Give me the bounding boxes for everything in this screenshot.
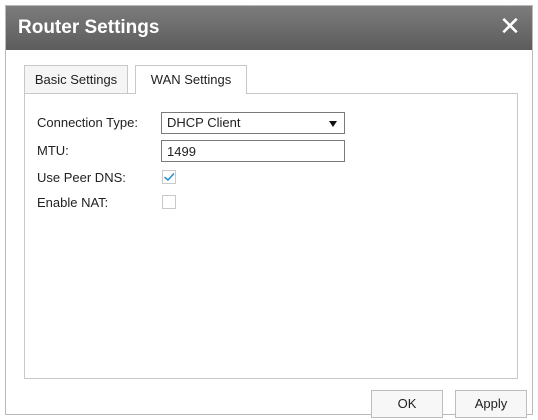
connection-type-label: Connection Type: <box>37 115 138 130</box>
connection-type-select[interactable]: DHCP Client <box>161 112 345 134</box>
dialog-title: Router Settings <box>18 17 160 38</box>
use-peer-dns-label: Use Peer DNS: <box>37 170 126 185</box>
use-peer-dns-checkbox[interactable] <box>162 170 176 184</box>
dropdown-arrow-icon <box>329 121 337 127</box>
connection-type-value: DHCP Client <box>167 115 241 130</box>
close-icon[interactable]: ✕ <box>498 14 522 40</box>
apply-button[interactable]: Apply <box>455 390 527 418</box>
mtu-label: MTU: <box>37 143 69 158</box>
tab-basic-settings[interactable]: Basic Settings <box>24 65 128 93</box>
mtu-input[interactable] <box>161 140 345 162</box>
tab-wan-settings[interactable]: WAN Settings <box>135 65 247 94</box>
enable-nat-label: Enable NAT: <box>37 195 109 210</box>
ok-button[interactable]: OK <box>371 390 443 418</box>
wan-settings-panel: Connection Type: DHCP Client MTU: Use Pe… <box>24 93 518 379</box>
enable-nat-checkbox[interactable] <box>162 195 176 209</box>
checkmark-icon <box>164 173 175 181</box>
router-settings-dialog: Router Settings ✕ Basic Settings WAN Set… <box>5 5 533 418</box>
dialog-titlebar[interactable]: Router Settings ✕ <box>6 6 532 50</box>
tab-strip: Basic Settings WAN Settings <box>24 65 518 94</box>
